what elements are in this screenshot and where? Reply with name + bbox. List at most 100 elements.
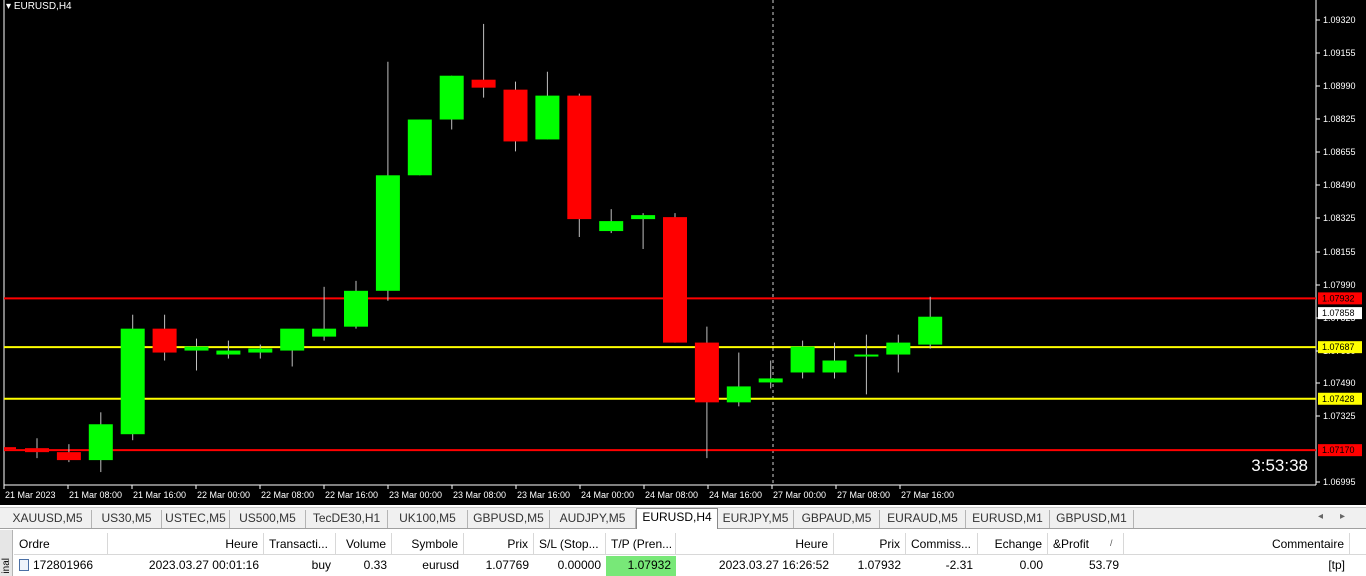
- table-cell: -2.31: [945, 558, 973, 572]
- x-tick-label: 21 Mar 08:00: [69, 490, 122, 500]
- y-tick-label: 1.08490: [1323, 180, 1356, 190]
- chart-tab[interactable]: EURUSD,H4: [636, 508, 718, 529]
- chart-tab-bar: XAUUSD,M5 US30,M5 USTEC,M5 US500,M5 TecDE30,…: [0, 507, 1366, 529]
- price-label-text: 1.07428: [1322, 394, 1355, 404]
- tab-scroll-left-icon[interactable]: ◂: [1318, 511, 1323, 522]
- chart-area[interactable]: 1.09320 1.09155 1.08990 1.08825 1.08655 1.084…: [0, 0, 1366, 505]
- x-tick-label: 23 Mar 16:00: [517, 490, 570, 500]
- x-tick-label: 24 Mar 00:00: [581, 490, 634, 500]
- y-tick-label: 1.08155: [1323, 247, 1356, 257]
- candle-body: [663, 217, 687, 343]
- chart-menu-triangle-icon[interactable]: ▾: [6, 1, 11, 12]
- column-header[interactable]: Heure: [108, 533, 264, 555]
- table-cell: 2023.03.27 00:01:16: [148, 558, 259, 572]
- table-cell: buy: [311, 558, 331, 572]
- table-cell: 1.07932: [606, 556, 676, 576]
- price-label-text: 1.07932: [1322, 293, 1355, 303]
- terminal-header-row: Ordre Heure Transacti... Volume Symbole Prix S…: [14, 533, 1366, 555]
- candle-body: [471, 79, 496, 88]
- x-tick-label: 22 Mar 16:00: [325, 490, 378, 500]
- table-cell: 2023.03.27 16:26:52: [718, 558, 829, 572]
- chart-tab[interactable]: USTEC,M5: [162, 510, 230, 528]
- table-row[interactable]: 172801966 2023.03.27 00:01:16 buy 0.33 eurus…: [14, 556, 1366, 576]
- order-document-icon: [19, 559, 29, 571]
- column-header[interactable]: Commentaire: [1124, 533, 1350, 555]
- chart-tab[interactable]: XAUUSD,M5: [4, 510, 92, 528]
- x-tick-label: 22 Mar 00:00: [197, 490, 250, 500]
- terminal-panel: inal Ordre Heure Transacti... Volume Symbole…: [0, 530, 1366, 576]
- candle-body: [726, 386, 751, 403]
- column-header[interactable]: Ordre: [14, 533, 108, 555]
- sort-indicator-icon: /: [1110, 538, 1113, 548]
- candle-body: [344, 290, 368, 327]
- chart-symbol-label: EURUSD,H4: [13, 1, 72, 12]
- x-tick-label: 21 Mar 2023: [5, 490, 56, 500]
- chart-tab[interactable]: US500,M5: [230, 510, 306, 528]
- terminal-side-strip[interactable]: inal: [0, 530, 13, 576]
- candle-body: [407, 119, 432, 176]
- y-tick-label: 1.08655: [1323, 147, 1356, 157]
- x-tick-label: 23 Mar 08:00: [453, 490, 506, 500]
- candle-body: [758, 378, 783, 383]
- candle-body: [439, 75, 464, 120]
- y-tick-label: 1.07325: [1323, 411, 1356, 421]
- x-tick-label: 23 Mar 00:00: [389, 490, 442, 500]
- table-cell: 0.00000: [557, 558, 601, 572]
- chart-tab[interactable]: GBPAUD,M5: [794, 510, 880, 528]
- candle-body: [312, 328, 337, 337]
- y-tick-label: 1.09155: [1323, 48, 1356, 58]
- chart-tab[interactable]: TecDE30,H1: [306, 510, 388, 528]
- column-header[interactable]: Prix: [464, 533, 534, 555]
- y-tick-label: 1.09320: [1323, 15, 1356, 25]
- candle-body: [886, 342, 911, 355]
- column-header[interactable]: Commiss...: [906, 533, 978, 555]
- x-tick-label: 24 Mar 16:00: [709, 490, 762, 500]
- table-cell: 172801966: [14, 556, 108, 576]
- chart-tab[interactable]: EURAUD,M5: [880, 510, 966, 528]
- price-label-text: 1.07170: [1322, 445, 1355, 455]
- chart-tab[interactable]: US30,M5: [92, 510, 162, 528]
- column-header[interactable]: Symbole: [392, 533, 464, 555]
- table-cell: 0.33: [363, 558, 387, 572]
- candle-body: [88, 424, 113, 461]
- chart-tab[interactable]: AUDJPY,M5: [550, 510, 636, 528]
- candle-body: [694, 342, 719, 403]
- table-cell: 53.79: [1088, 558, 1119, 572]
- column-header[interactable]: S/L (Stop...: [534, 533, 606, 555]
- price-label-text: 1.07858: [1322, 308, 1355, 318]
- y-tick-label: 1.06995: [1323, 477, 1356, 487]
- candle-body: [790, 346, 815, 373]
- candle-body: [375, 175, 400, 291]
- candle-body: [184, 346, 209, 351]
- candle-body: [535, 95, 560, 140]
- column-header[interactable]: Echange: [978, 533, 1048, 555]
- table-cell: [tp]: [1328, 558, 1345, 572]
- column-header[interactable]: Transacti...: [264, 533, 336, 555]
- candle-body: [503, 89, 528, 142]
- chart-tab[interactable]: UK100,M5: [388, 510, 468, 528]
- candle-body: [120, 328, 145, 435]
- candlestick-chart[interactable]: 1.09320 1.09155 1.08990 1.08825 1.08655 1.084…: [0, 0, 1366, 505]
- chart-tab[interactable]: GBPUSD,M5: [468, 510, 550, 528]
- candle-body: [854, 354, 879, 357]
- column-header[interactable]: Heure: [676, 533, 834, 555]
- column-header[interactable]: Volume: [336, 533, 392, 555]
- table-cell: 1.07932: [857, 558, 901, 572]
- candle-body: [280, 328, 305, 351]
- x-tick-label: 27 Mar 16:00: [901, 490, 954, 500]
- y-tick-label: 1.08825: [1323, 114, 1356, 124]
- tab-scroll-right-icon[interactable]: ▸: [1340, 511, 1345, 522]
- chart-tab[interactable]: EURUSD,M1: [966, 510, 1050, 528]
- column-header[interactable]: Prix: [834, 533, 906, 555]
- chart-tab[interactable]: GBPUSD,M1: [1050, 510, 1134, 528]
- candle-body: [599, 221, 624, 232]
- terminal-side-label: inal: [1, 558, 12, 574]
- y-tick-label: 1.07990: [1323, 280, 1356, 290]
- column-header[interactable]: T/P (Pren...: [606, 533, 676, 555]
- candle-body: [567, 95, 592, 220]
- x-tick-label: 27 Mar 08:00: [837, 490, 890, 500]
- table-cell: 0.00: [1019, 558, 1043, 572]
- candle-body: [631, 215, 656, 220]
- chart-tab[interactable]: EURJPY,M5: [718, 510, 794, 528]
- x-tick-label: 27 Mar 00:00: [773, 490, 826, 500]
